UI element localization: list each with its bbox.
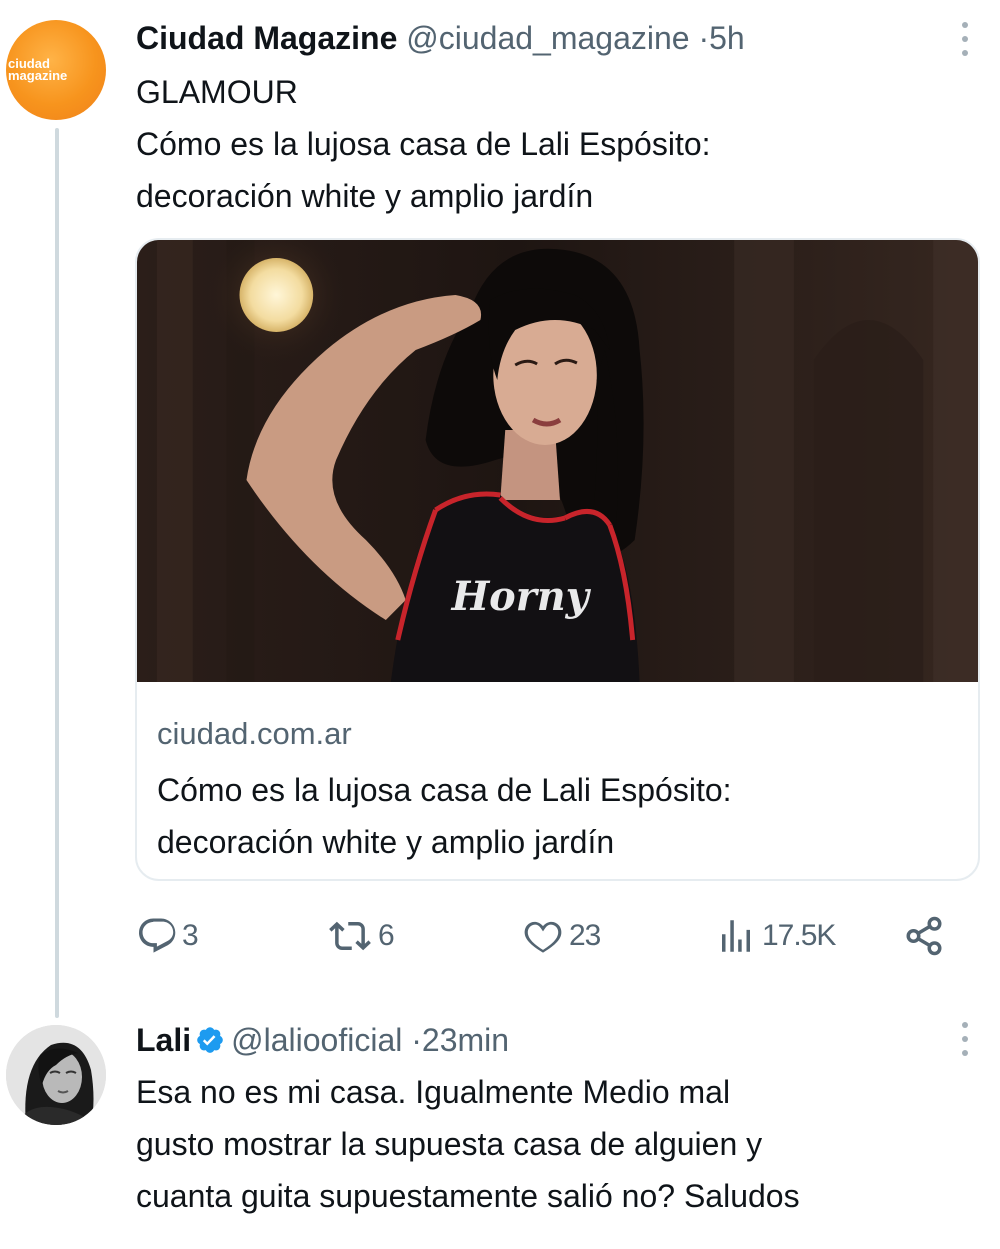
- tweet-text-line: decoración white y amplio jardín: [136, 178, 594, 214]
- share-button[interactable]: [902, 915, 946, 957]
- reply-button[interactable]: 3: [136, 915, 199, 957]
- avatar-lali[interactable]: [6, 1025, 106, 1125]
- tweet-text-line: gusto mostrar la supuesta casa de alguie…: [136, 1126, 763, 1162]
- author-name[interactable]: Ciudad Magazine: [136, 20, 397, 56]
- tweet-time[interactable]: 5h: [709, 20, 745, 56]
- views-count: 17.5K: [762, 919, 836, 952]
- thread-connector-line: [55, 128, 59, 1018]
- author-handle[interactable]: @ciudad_magazine: [406, 20, 689, 56]
- verified-badge-icon: [197, 1026, 223, 1053]
- card-title: Cómo es la lujosa casa de Lali Espósito:…: [157, 764, 958, 868]
- tweet-text-line: Cómo es la lujosa casa de Lali Espósito:: [136, 126, 711, 162]
- tweet-actions: 3 6 23 17.5K: [136, 915, 946, 965]
- like-icon: [524, 921, 562, 953]
- reply-count: 3: [182, 919, 199, 952]
- share-icon: [906, 916, 942, 956]
- more-icon[interactable]: [958, 1022, 972, 1056]
- link-card[interactable]: Horny ciudad.com.ar Cómo es la lujosa ca…: [135, 238, 980, 881]
- author-handle[interactable]: @laliooficial: [231, 1022, 402, 1058]
- dot-separator: ·: [411, 1022, 422, 1058]
- tweet-header: Ciudad Magazine @ciudad_magazine ·5h: [136, 18, 960, 58]
- avatar-ciudad-magazine[interactable]: ciudad magazine: [6, 20, 106, 120]
- dot-separator: ·: [698, 20, 710, 56]
- tweet-text-line: Esa no es mi casa. Igualmente Medio mal: [136, 1074, 731, 1110]
- like-count: 23: [569, 919, 601, 952]
- tweet-text-line: GLAMOUR: [136, 74, 298, 110]
- avatar-logo-line2: magazine: [8, 68, 68, 83]
- repost-button[interactable]: 6: [326, 915, 395, 957]
- card-title-line: Cómo es la lujosa casa de Lali Espósito:: [157, 772, 732, 808]
- tweet-header: Lali @laliooficial ·23min: [136, 1020, 960, 1060]
- avatar-lali-photo: [6, 1025, 106, 1125]
- views-button[interactable]: 17.5K: [714, 915, 836, 957]
- tweet-time[interactable]: 23min: [422, 1022, 509, 1058]
- shirt-text: Horny: [451, 574, 592, 620]
- tweet-text-line: cuanta guita supuestamente salió no? Sal…: [136, 1178, 800, 1214]
- tweet-text: GLAMOUR Cómo es la lujosa casa de Lali E…: [136, 66, 980, 222]
- card-image: Horny: [137, 240, 978, 682]
- views-icon: [722, 920, 750, 952]
- card-title-line: decoración white y amplio jardín: [157, 824, 615, 860]
- tweet-text: Esa no es mi casa. Igualmente Medio mal …: [136, 1066, 980, 1222]
- like-button[interactable]: 23: [521, 915, 601, 957]
- reply-icon: [138, 918, 176, 953]
- avatar-logo: ciudad magazine: [6, 57, 106, 83]
- more-icon[interactable]: [958, 22, 972, 56]
- repost-icon: [329, 921, 371, 951]
- card-domain[interactable]: ciudad.com.ar: [157, 716, 352, 752]
- author-name[interactable]: Lali: [136, 1022, 191, 1058]
- repost-count: 6: [378, 919, 395, 952]
